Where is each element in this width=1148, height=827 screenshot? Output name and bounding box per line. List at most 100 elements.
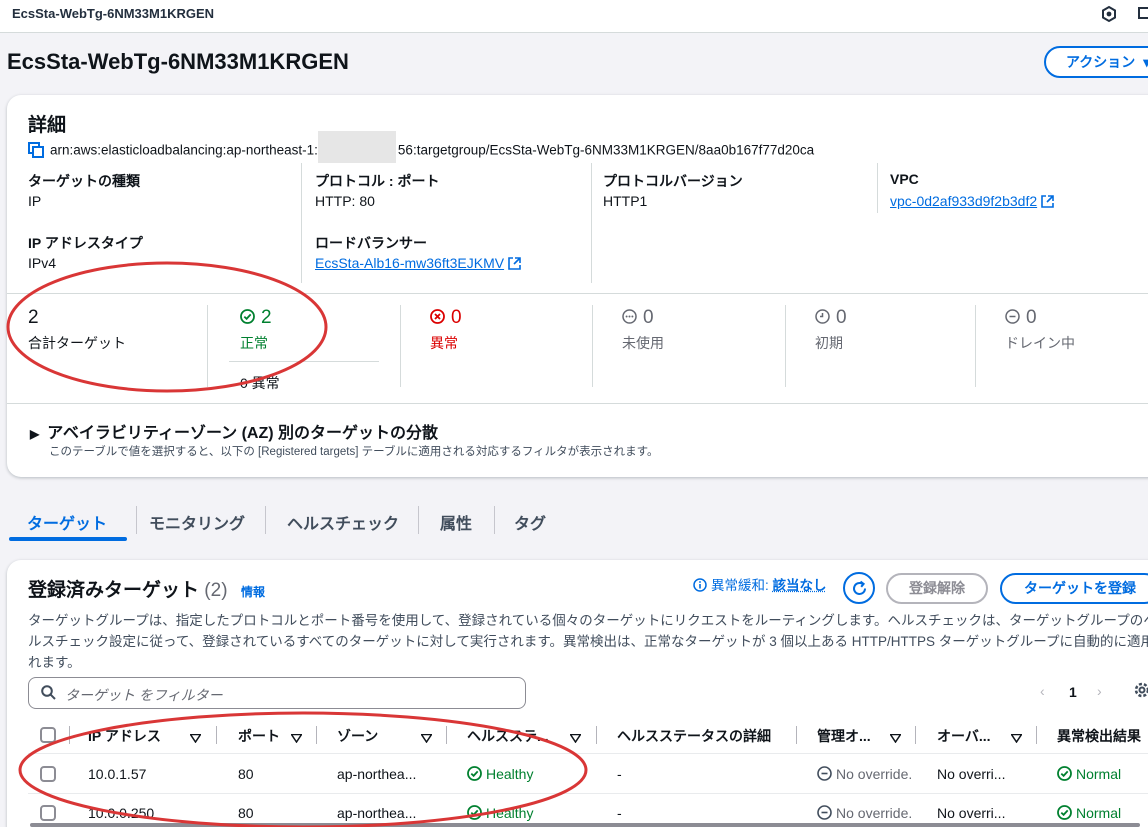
tab-divider xyxy=(418,506,419,534)
arn-row: arn:aws:elasticloadbalancing:ap-northeas… xyxy=(28,139,814,163)
tab-targets[interactable]: ターゲット xyxy=(27,510,107,534)
select-all-checkbox[interactable] xyxy=(40,727,56,743)
column-label: IP アドレス xyxy=(88,728,161,744)
protocol-port-label: プロトコル : ポート xyxy=(315,171,439,191)
tab-divider xyxy=(136,506,137,534)
column-header-zone[interactable]: ゾーン xyxy=(337,726,378,746)
unhealthy-value: 0 xyxy=(451,307,462,328)
healthy-count[interactable]: 2 xyxy=(240,307,272,330)
actions-button[interactable]: アクション ▾ xyxy=(1044,46,1148,78)
tab-tags[interactable]: タグ xyxy=(514,510,546,534)
sort-down-icon[interactable] xyxy=(890,730,901,746)
sort-down-icon[interactable] xyxy=(291,730,302,746)
arn-suffix: 56:targetgroup/EcsSta-WebTg-6NM33M1KRGEN… xyxy=(398,143,814,158)
row-anomaly-result: Normal xyxy=(1057,766,1121,784)
search-placeholder: ターゲット をフィルター xyxy=(65,685,223,705)
tab-title[interactable]: EcsSta-WebTg-6NM33M1KRGEN xyxy=(12,6,214,21)
az-distribution-toggle[interactable]: ▶ アベイラビリティーゾーン (AZ) 別のターゲットの分散 xyxy=(30,419,438,443)
filter-search-input[interactable]: ターゲット をフィルター xyxy=(28,677,526,709)
horizontal-scrollbar[interactable] xyxy=(30,823,1140,827)
details-heading: 詳細 xyxy=(28,110,66,137)
column-header-admin-override[interactable]: 管理オ... xyxy=(817,726,871,746)
target-type-value: IP xyxy=(28,193,41,209)
clock-icon xyxy=(815,308,830,330)
registered-targets-panel: 登録済みターゲット (2) 情報 異常緩和: 該当なし 登録解除 ターゲットを登… xyxy=(7,560,1148,827)
tab-monitoring[interactable]: モニタリング xyxy=(149,510,245,534)
sort-down-icon[interactable] xyxy=(570,730,581,746)
row-anomaly-result: Normal xyxy=(1057,805,1121,823)
minus-circle-icon xyxy=(1005,308,1020,330)
settings-gear-icon[interactable] xyxy=(1133,681,1148,702)
column-divider xyxy=(596,726,597,744)
initial-count[interactable]: 0 xyxy=(815,307,847,330)
column-header-health-status[interactable]: ヘルスステ... xyxy=(467,726,549,746)
page-title: EcsSta-WebTg-6NM33M1KRGEN xyxy=(7,49,349,75)
arn-prefix: arn:aws:elasticloadbalancing:ap-northeas… xyxy=(50,143,318,158)
cloudshell-icon[interactable] xyxy=(1100,5,1120,25)
protocol-version-value: HTTP1 xyxy=(603,193,647,209)
register-targets-button[interactable]: ターゲットを登録 xyxy=(1000,573,1148,604)
draining-count[interactable]: 0 xyxy=(1005,307,1037,330)
healthy-label: 正常 xyxy=(240,333,268,353)
minus-circle-icon xyxy=(817,766,832,784)
deregister-button[interactable]: 登録解除 xyxy=(886,573,988,604)
tab-bar: ターゲット モニタリング ヘルスチェック 属性 タグ xyxy=(8,500,1148,544)
column-divider xyxy=(592,305,593,387)
column-label: ゾーン xyxy=(337,728,378,744)
success-check-icon xyxy=(1057,805,1072,823)
row-checkbox[interactable] xyxy=(40,805,56,821)
tab-divider xyxy=(265,506,266,534)
targets-heading: 登録済みターゲット (2) xyxy=(28,575,228,602)
column-label: 異常検出結果 xyxy=(1057,728,1141,744)
column-divider xyxy=(796,726,797,744)
row-health-status: Healthy xyxy=(467,766,533,784)
vpc-link[interactable]: vpc-0d2af933d9f2b3df2 xyxy=(890,193,1054,211)
row-override-reason: No overri... xyxy=(937,805,1005,821)
column-label: 管理オ... xyxy=(817,728,871,744)
column-header-anomaly-result[interactable]: 異常検出結果 xyxy=(1057,726,1141,746)
protocol-version-label: プロトコルバージョン xyxy=(603,171,743,191)
browser-tab-bar: EcsSta-WebTg-6NM33M1KRGEN xyxy=(0,0,1148,33)
error-x-icon xyxy=(430,308,445,330)
search-icon xyxy=(41,685,56,703)
override-text: No override. xyxy=(836,805,912,821)
sort-down-icon[interactable] xyxy=(421,730,432,746)
row-ip: 10.0.0.250 xyxy=(88,805,154,821)
column-divider xyxy=(915,726,916,744)
initial-label: 初期 xyxy=(815,333,843,353)
unused-dots-icon xyxy=(622,308,637,330)
column-label: ヘルスステ... xyxy=(467,728,549,744)
feedback-icon[interactable] xyxy=(1138,5,1148,25)
tab-health-checks[interactable]: ヘルスチェック xyxy=(287,510,399,534)
total-targets-count: 2 xyxy=(28,307,39,329)
az-title-text: アベイラビリティーゾーン (AZ) 別のターゲットの分散 xyxy=(47,425,438,442)
sort-down-icon[interactable] xyxy=(1011,730,1022,746)
expand-caret-icon: ▶ xyxy=(30,427,39,441)
az-description: このテーブルで値を選択すると、以下の [Registered targets] … xyxy=(49,443,659,459)
anomaly-mitigation-link[interactable]: 異常緩和: 該当なし xyxy=(693,574,827,595)
column-header-override-reason[interactable]: オーバ... xyxy=(937,726,991,746)
refresh-button[interactable] xyxy=(843,572,875,604)
unhealthy-count[interactable]: 0 xyxy=(430,307,462,330)
row-checkbox[interactable] xyxy=(40,766,56,782)
current-page[interactable]: 1 xyxy=(1069,684,1077,700)
health-text: Healthy xyxy=(486,805,533,821)
row-port: 80 xyxy=(238,805,254,821)
unused-count[interactable]: 0 xyxy=(622,307,654,330)
prev-page-icon[interactable]: ‹ xyxy=(1040,683,1045,699)
next-page-icon[interactable]: › xyxy=(1097,683,1102,699)
vpc-label: VPC xyxy=(890,171,919,187)
column-header-ip[interactable]: IP アドレス xyxy=(88,726,161,746)
column-header-port[interactable]: ポート xyxy=(238,726,280,746)
copy-icon[interactable] xyxy=(28,142,44,161)
info-link[interactable]: 情報 xyxy=(241,583,265,600)
sort-down-icon[interactable] xyxy=(190,730,201,746)
row-port: 80 xyxy=(238,766,254,782)
column-label: ヘルスステータスの詳細 xyxy=(617,728,771,744)
caret-down-icon: ▾ xyxy=(1143,54,1148,70)
column-header-health-details[interactable]: ヘルスステータスの詳細 xyxy=(617,726,771,746)
tab-attributes[interactable]: 属性 xyxy=(440,510,472,534)
load-balancer-link[interactable]: EcsSta-Alb16-mw36ft3EJKMV xyxy=(315,255,521,273)
minus-circle-icon xyxy=(817,805,832,823)
refresh-icon xyxy=(851,580,868,600)
